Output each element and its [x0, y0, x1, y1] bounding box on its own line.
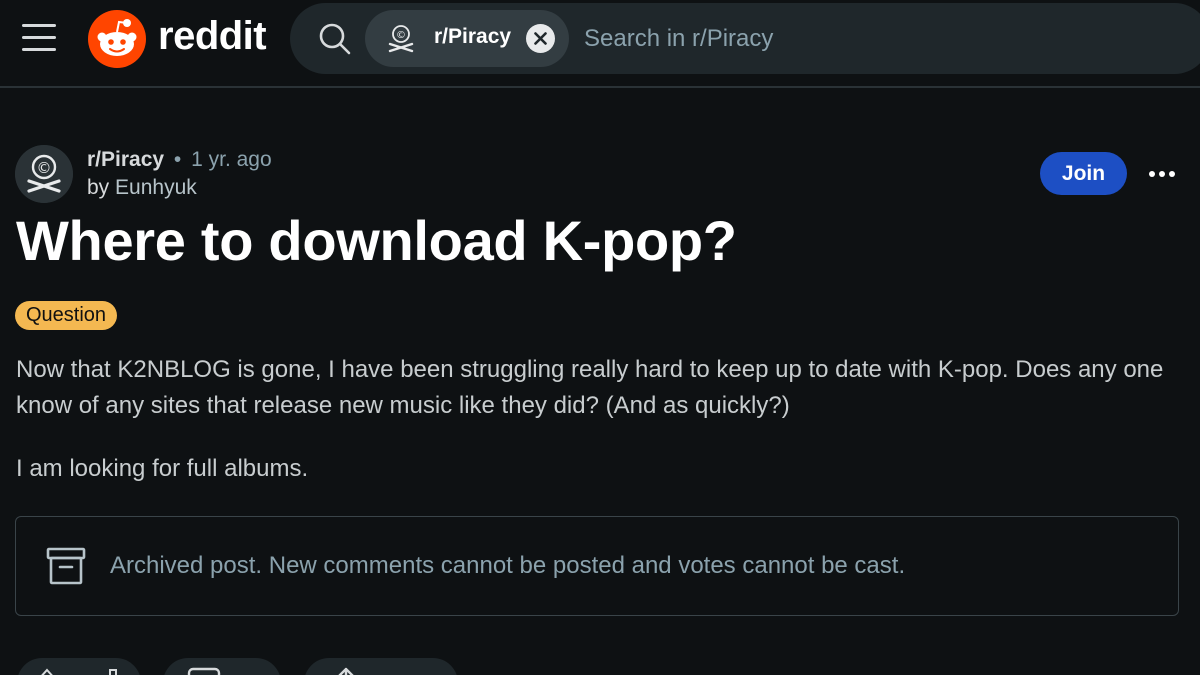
- author-line: by Eunhyuk: [87, 176, 197, 200]
- post-title: Where to download K-pop?: [16, 209, 737, 272]
- join-button[interactable]: Join: [1040, 152, 1127, 195]
- ellipsis-icon[interactable]: [1144, 160, 1180, 188]
- svg-text:©: ©: [396, 30, 406, 41]
- upvote-icon[interactable]: [35, 667, 59, 675]
- archived-notice-text: Archived post. New comments cannot be po…: [110, 552, 906, 579]
- by-label: by: [87, 176, 110, 199]
- share-button[interactable]: [304, 658, 458, 675]
- hamburger-menu-icon[interactable]: [22, 24, 56, 54]
- share-icon: [338, 667, 354, 675]
- close-icon[interactable]: [526, 24, 555, 53]
- svg-text:©: ©: [37, 159, 52, 177]
- post-body: Now that K2NBLOG is gone, I have been st…: [16, 352, 1186, 514]
- post-timestamp: 1 yr. ago: [191, 148, 272, 171]
- subreddit-link[interactable]: r/Piracy: [87, 148, 164, 171]
- reddit-post-page: reddit © r/Piracy © r/Piracy: [0, 0, 1200, 675]
- search-input[interactable]: [584, 20, 1184, 58]
- comment-icon: [187, 667, 221, 675]
- vote-bar[interactable]: [17, 658, 141, 675]
- downvote-icon[interactable]: [101, 667, 125, 675]
- post-meta: r/Piracy • 1 yr. ago: [87, 148, 272, 172]
- top-navbar: reddit © r/Piracy: [0, 0, 1200, 88]
- comments-button[interactable]: [163, 658, 281, 675]
- subreddit-chip-label: r/Piracy: [434, 25, 512, 48]
- post-flair-badge[interactable]: Question: [15, 301, 118, 330]
- post-paragraph: I am looking for full albums.: [16, 455, 309, 482]
- meta-separator: •: [173, 148, 182, 171]
- author-link[interactable]: Eunhyuk: [115, 176, 197, 199]
- reddit-snoo-icon[interactable]: [88, 10, 146, 68]
- archive-box-icon: [46, 547, 86, 585]
- subreddit-avatar-icon[interactable]: ©: [15, 145, 73, 203]
- post-paragraph: Now that K2NBLOG is gone, I have been st…: [16, 356, 1164, 419]
- skull-crossbones-icon: ©: [388, 25, 414, 53]
- reddit-wordmark[interactable]: reddit: [158, 14, 267, 59]
- search-icon[interactable]: [318, 22, 352, 56]
